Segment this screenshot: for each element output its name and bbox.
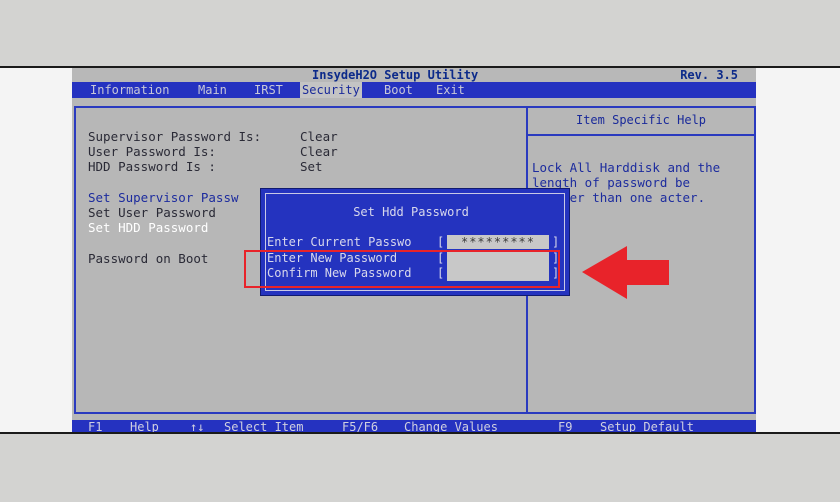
- user-password-value: Clear: [300, 144, 338, 159]
- menu-main[interactable]: Main: [196, 82, 229, 98]
- hdd-password-value: Set: [300, 159, 323, 174]
- menu-security[interactable]: Security: [300, 82, 362, 98]
- menu-exit[interactable]: Exit: [434, 82, 467, 98]
- f1-key: F1: [88, 420, 103, 432]
- set-supervisor-password-item[interactable]: Set Supervisor Passw: [88, 190, 239, 205]
- revision-label: Rev. 3.5: [680, 68, 738, 82]
- menu-bar: Information Main IRST Security Boot Exit: [72, 82, 756, 98]
- set-hdd-password-item[interactable]: Set HDD Password: [88, 220, 208, 235]
- help-header: Item Specific Help: [528, 106, 754, 136]
- title-bar: InsydeH2O Setup Utility Rev. 3.5: [72, 68, 756, 82]
- f1-action: Help: [130, 420, 159, 432]
- menu-information[interactable]: Information: [88, 82, 171, 98]
- red-highlight-box: [244, 250, 560, 288]
- f9-key: F9: [558, 420, 573, 432]
- set-user-password-item[interactable]: Set User Password: [88, 205, 216, 220]
- bottom-backdrop: [0, 432, 840, 502]
- app-title: InsydeH2O Setup Utility: [312, 68, 479, 82]
- f5-f6-key: F5/F6: [342, 420, 379, 432]
- hdd-password-label: HDD Password Is :: [88, 159, 216, 174]
- dialog-title: Set Hdd Password: [353, 205, 469, 219]
- supervisor-password-label: Supervisor Password Is:: [88, 129, 262, 144]
- top-backdrop: [0, 0, 840, 68]
- select-item-key: ↑↓: [190, 420, 205, 432]
- current-password-field[interactable]: *********: [447, 235, 549, 249]
- current-password-bracket-left-icon: [: [437, 235, 445, 249]
- change-values-action: Change Values: [404, 420, 498, 432]
- menu-irst[interactable]: IRST: [252, 82, 285, 98]
- select-item-action: Select Item: [224, 420, 304, 432]
- menu-boot[interactable]: Boot: [382, 82, 415, 98]
- setup-default-action: Setup Default: [600, 420, 694, 432]
- current-password-label: Enter Current Passwo: [267, 235, 412, 249]
- function-key-bar: F1 Help ↑↓ Select Item F5/F6 Change Valu…: [72, 420, 756, 432]
- supervisor-password-value: Clear: [300, 129, 338, 144]
- user-password-label: User Password Is:: [88, 144, 216, 159]
- current-password-bracket-right-icon: ]: [552, 235, 560, 249]
- password-on-boot-item[interactable]: Password on Boot: [88, 251, 208, 266]
